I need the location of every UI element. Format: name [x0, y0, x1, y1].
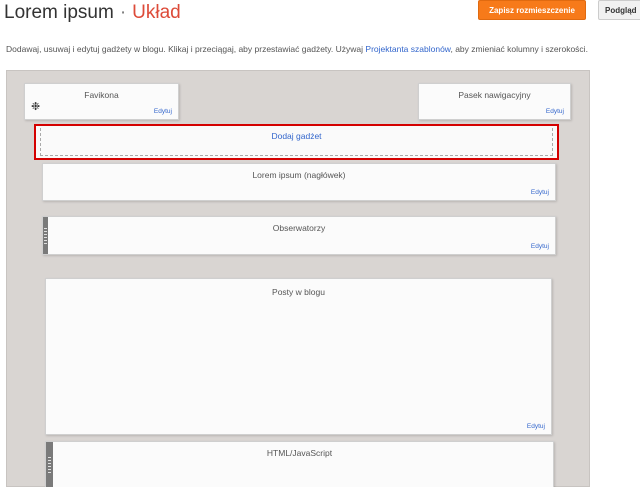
gadget-header-title: Lorem ipsum (nagłówek)	[252, 170, 346, 180]
save-arrangement-button[interactable]: Zapisz rozmieszczenie	[478, 0, 586, 20]
gadget-followers[interactable]: Obserwatorzy Edytuj	[42, 216, 556, 255]
description-text-end: , aby zmieniać kolumny i szerokości.	[450, 44, 588, 54]
description-text: Dodawaj, usuwaj i edytuj gadżety w blogu…	[6, 44, 364, 54]
gadget-blog-posts-title: Posty w blogu	[272, 287, 325, 297]
gadget-blog-posts-edit-link[interactable]: Edytuj	[527, 423, 545, 430]
add-gadget-link[interactable]: Dodaj gadżet	[36, 131, 557, 141]
gadget-navbar-title: Pasek nawigacyjny	[458, 90, 531, 100]
gadget-html-javascript[interactable]: HTML/JavaScript	[45, 441, 554, 487]
gadget-navbar-edit-link[interactable]: Edytuj	[546, 108, 564, 115]
top-bar: Lorem ipsum · Układ Zapisz rozmieszczenie …	[0, 0, 640, 40]
gadget-followers-edit-link[interactable]: Edytuj	[531, 243, 549, 250]
gear-icon: ❉	[31, 101, 41, 113]
page-title: Lorem ipsum · Układ	[4, 2, 181, 24]
add-gadget-area[interactable]: Dodaj gadżet	[34, 124, 559, 160]
gadget-favicon-edit-link[interactable]: Edytuj	[154, 108, 172, 115]
gadget-header-edit-link[interactable]: Edytuj	[531, 189, 549, 196]
gadget-favicon[interactable]: ❉ Favikona Edytuj	[24, 83, 179, 120]
gadget-html-title: HTML/JavaScript	[266, 448, 333, 458]
gadget-blog-posts[interactable]: Posty w blogu Edytuj	[45, 278, 552, 435]
preview-button[interactable]: Podgląd	[598, 0, 640, 20]
gadget-favicon-title: Favikona	[84, 90, 119, 100]
blog-title: Lorem ipsum	[4, 2, 114, 23]
layout-title: Układ	[132, 2, 181, 23]
layout-description: Dodawaj, usuwaj i edytuj gadżety w blogu…	[6, 44, 588, 54]
gadget-header[interactable]: Lorem ipsum (nagłówek) Edytuj	[42, 163, 556, 201]
template-designer-link[interactable]: Projektanta szablonów	[365, 44, 450, 54]
gadget-navbar[interactable]: Pasek nawigacyjny Edytuj	[418, 83, 571, 120]
gadget-followers-title: Obserwatorzy	[272, 223, 326, 233]
title-separator: ·	[119, 2, 127, 23]
